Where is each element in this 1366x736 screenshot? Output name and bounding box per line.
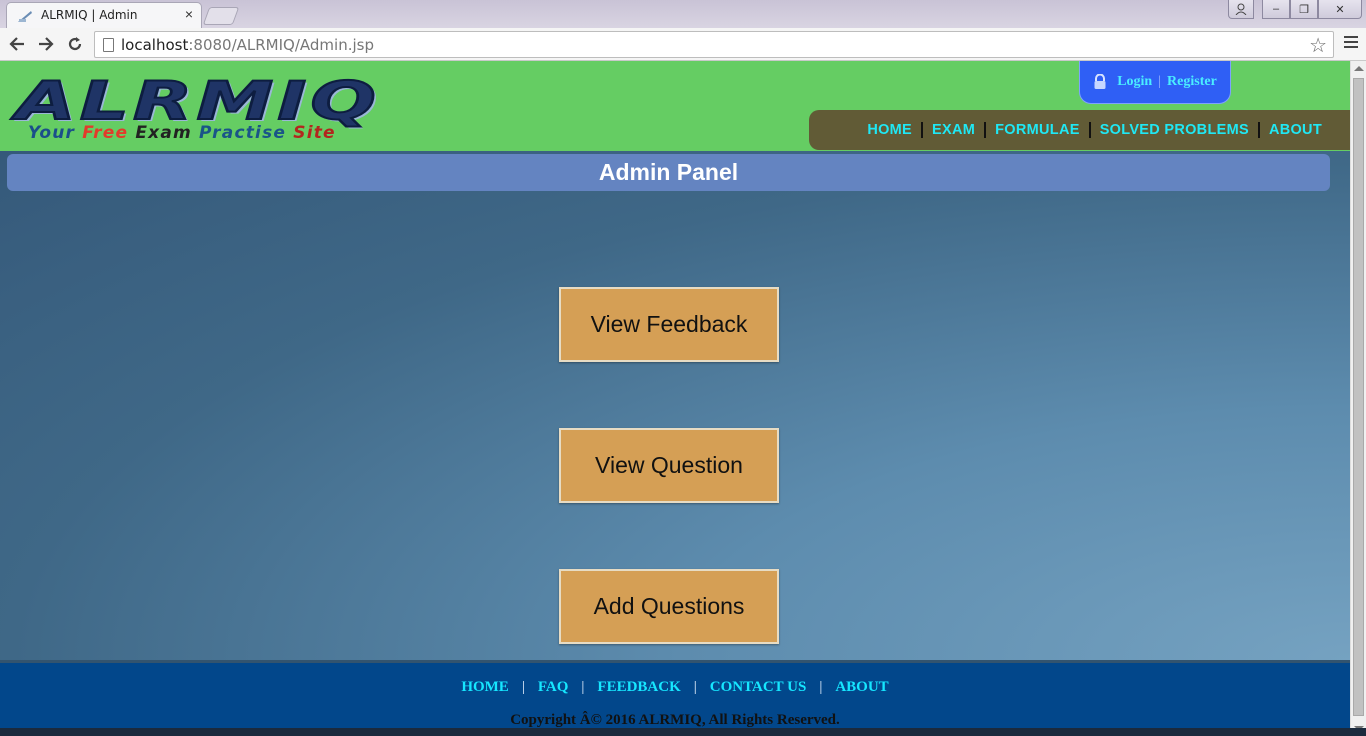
footer-faq-link[interactable]: FAQ bbox=[538, 679, 569, 695]
page-viewport: ALRMIQ Your Free Exam Practise Site Logi… bbox=[0, 61, 1350, 736]
url-text: localhost:8080/ALRMIQ/Admin.jsp bbox=[121, 36, 374, 54]
forward-arrow-icon[interactable] bbox=[36, 34, 56, 54]
close-window-button[interactable]: ✕ bbox=[1318, 0, 1362, 19]
nav-divider bbox=[1088, 122, 1091, 138]
restore-button[interactable]: ❐ bbox=[1290, 0, 1318, 19]
user-profile-icon[interactable] bbox=[1228, 0, 1254, 19]
login-link[interactable]: Login bbox=[1117, 74, 1152, 90]
nav-home[interactable]: HOME bbox=[867, 122, 912, 138]
site-favicon-icon bbox=[18, 11, 32, 22]
footer-nav: HOME | FAQ | FEEDBACK | CONTACT US | ABOUT bbox=[461, 679, 889, 695]
view-question-button[interactable]: View Question bbox=[559, 428, 779, 503]
nav-divider bbox=[1257, 122, 1260, 138]
browser-menu-icon[interactable] bbox=[1344, 36, 1358, 51]
main-nav: HOME EXAM FORMULAE SOLVED PROBLEMS ABOUT bbox=[809, 110, 1350, 150]
nav-formulae[interactable]: FORMULAE bbox=[995, 122, 1080, 138]
logo-wordmark: ALRMIQ bbox=[15, 71, 381, 132]
tab-close-icon[interactable]: × bbox=[185, 6, 193, 22]
nav-solved-problems[interactable]: SOLVED PROBLEMS bbox=[1100, 122, 1249, 138]
address-bar[interactable]: localhost:8080/ALRMIQ/Admin.jsp ☆ bbox=[94, 31, 1334, 58]
footer-contact-link[interactable]: CONTACT US bbox=[710, 679, 807, 695]
register-link[interactable]: Register bbox=[1167, 74, 1217, 90]
back-arrow-icon[interactable] bbox=[7, 34, 27, 54]
reload-icon[interactable] bbox=[65, 34, 85, 54]
site-footer: HOME | FAQ | FEEDBACK | CONTACT US | ABOUT Copyr… bbox=[0, 660, 1350, 736]
logo-tagline: Your Free Exam Practise Site bbox=[28, 123, 336, 143]
footer-feedback-link[interactable]: FEEDBACK bbox=[597, 679, 680, 695]
add-questions-button[interactable]: Add Questions bbox=[559, 569, 779, 644]
copyright-text: Copyright Â© 2016 ALRMIQ, All Rights Res… bbox=[510, 712, 840, 728]
view-feedback-button[interactable]: View Feedback bbox=[559, 287, 779, 362]
footer-about-link[interactable]: ABOUT bbox=[835, 679, 888, 695]
admin-content: Admin Panel View Feedback View Question … bbox=[0, 151, 1350, 661]
os-taskbar bbox=[0, 728, 1366, 736]
vertical-scrollbar[interactable] bbox=[1350, 61, 1366, 736]
page-icon bbox=[103, 38, 114, 52]
browser-toolbar: localhost:8080/ALRMIQ/Admin.jsp ☆ bbox=[0, 28, 1366, 61]
auth-separator: | bbox=[1158, 74, 1162, 89]
scrollbar-thumb[interactable] bbox=[1353, 78, 1364, 716]
window-controls: – ❐ ✕ bbox=[1228, 0, 1362, 20]
nav-divider bbox=[921, 122, 924, 138]
site-logo[interactable]: ALRMIQ Your Free Exam Practise Site bbox=[15, 71, 526, 145]
nav-exam[interactable]: EXAM bbox=[932, 122, 975, 138]
browser-tab[interactable]: ALRMIQ | Admin × bbox=[6, 2, 202, 28]
nav-about[interactable]: ABOUT bbox=[1269, 122, 1322, 138]
tab-title: ALRMIQ | Admin bbox=[41, 8, 138, 22]
auth-box: Login | Register bbox=[1079, 61, 1231, 104]
new-tab-button[interactable] bbox=[202, 7, 240, 25]
site-header: ALRMIQ Your Free Exam Practise Site Logi… bbox=[0, 61, 1350, 151]
scroll-up-icon[interactable] bbox=[1354, 66, 1364, 71]
page-title: Admin Panel bbox=[7, 154, 1330, 191]
bookmark-star-icon[interactable]: ☆ bbox=[1309, 33, 1327, 58]
lock-icon bbox=[1094, 74, 1106, 89]
footer-home-link[interactable]: HOME bbox=[461, 679, 509, 695]
minimize-button[interactable]: – bbox=[1262, 0, 1290, 19]
browser-tabstrip: ALRMIQ | Admin × – ❐ ✕ bbox=[0, 0, 1366, 28]
nav-divider bbox=[984, 122, 987, 138]
